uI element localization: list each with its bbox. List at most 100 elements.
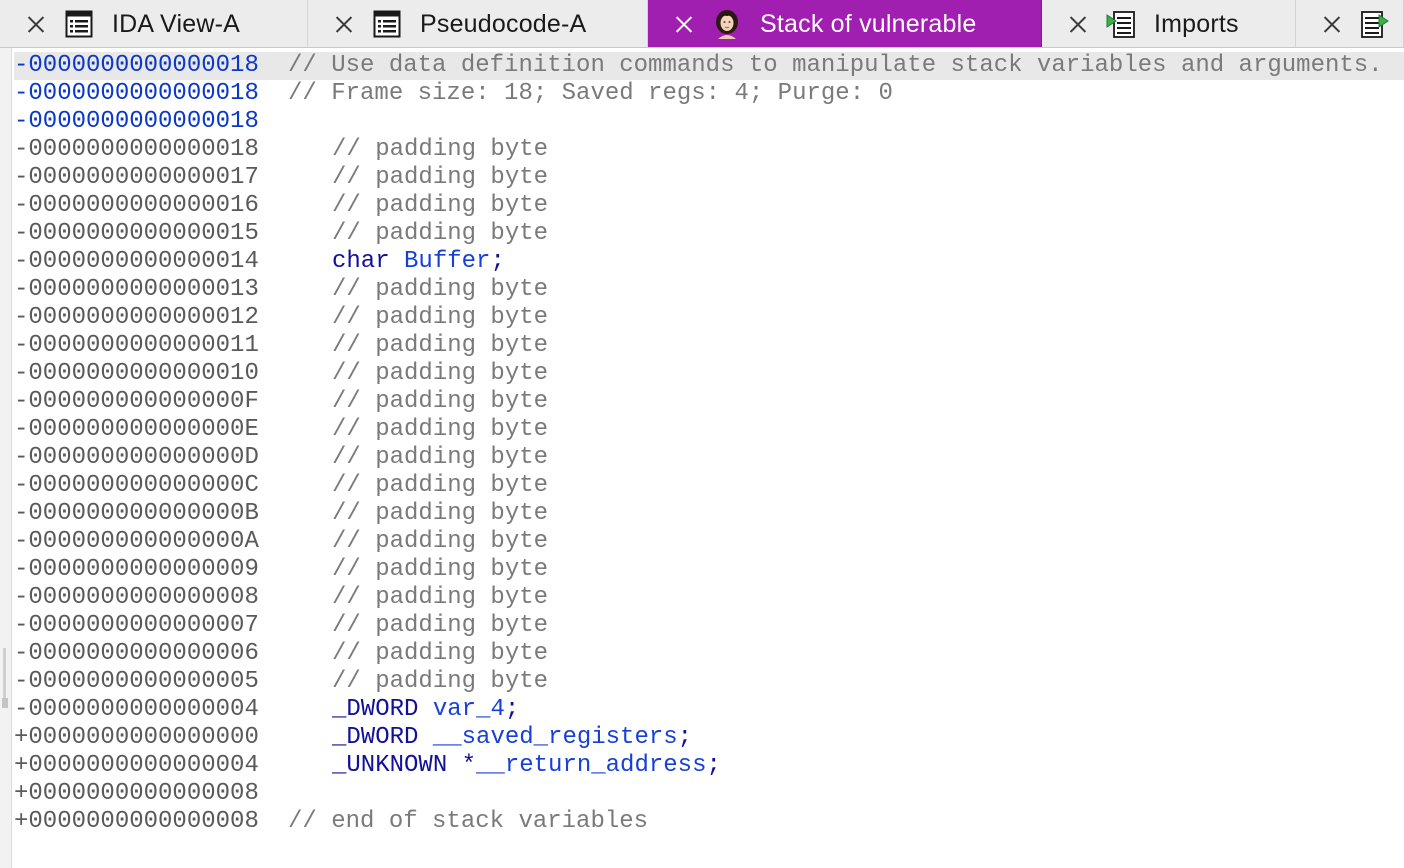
- listing-line[interactable]: -000000000000000F // padding byte: [14, 388, 1404, 416]
- listing-line[interactable]: -000000000000000C // padding byte: [14, 472, 1404, 500]
- semicolon: ;: [677, 724, 693, 751]
- close-icon[interactable]: [1068, 14, 1088, 34]
- stack-offset: -0000000000000009: [14, 556, 259, 583]
- tab-pseudocode-a[interactable]: Pseudocode-A: [308, 0, 648, 47]
- stack-offset: +0000000000000008: [14, 780, 259, 807]
- listing-line[interactable]: -0000000000000018 // padding byte: [14, 136, 1404, 164]
- padding-comment: // padding byte: [332, 164, 549, 191]
- listing-line[interactable]: -0000000000000010 // padding byte: [14, 360, 1404, 388]
- stack-offset: -000000000000000C: [14, 472, 259, 499]
- stack-offset: -0000000000000018: [14, 136, 259, 163]
- listing-line[interactable]: +0000000000000000 _DWORD __saved_register…: [14, 724, 1404, 752]
- imports-icon: [1106, 9, 1136, 39]
- pointer-star: *: [461, 752, 477, 779]
- stack-offset: +0000000000000004: [14, 752, 259, 779]
- listing-line[interactable]: -0000000000000014 char Buffer;: [14, 248, 1404, 276]
- listing-line[interactable]: -0000000000000016 // padding byte: [14, 192, 1404, 220]
- stack-variable-name[interactable]: __return_address: [476, 752, 706, 779]
- stack-offset: -0000000000000018: [14, 108, 259, 135]
- tab-bar: IDA View-A Pseudocode-A Stack of vulnerabl…: [0, 0, 1404, 48]
- close-icon[interactable]: [334, 14, 354, 34]
- member-type: char: [332, 248, 390, 275]
- stack-offset: -0000000000000008: [14, 584, 259, 611]
- padding-comment: // padding byte: [332, 584, 549, 611]
- stack-offset: -0000000000000005: [14, 668, 259, 695]
- stack-offset: -000000000000000F: [14, 388, 259, 415]
- stack-offset: -0000000000000011: [14, 332, 259, 359]
- member-type: _UNKNOWN: [332, 752, 448, 779]
- gutter-marker: [2, 698, 8, 708]
- padding-comment: // padding byte: [332, 500, 549, 527]
- padding-comment: // padding byte: [332, 472, 549, 499]
- stack-offset: -0000000000000012: [14, 304, 259, 331]
- padding-comment: // padding byte: [332, 668, 549, 695]
- padding-comment: // padding byte: [332, 192, 549, 219]
- stack-offset: -0000000000000007: [14, 612, 259, 639]
- left-gutter: [0, 48, 12, 868]
- member-type: _DWORD: [332, 696, 419, 723]
- listing-line[interactable]: +0000000000000004 _UNKNOWN *__return_addr…: [14, 752, 1404, 780]
- padding-comment: // padding byte: [332, 304, 549, 331]
- stack-offset: -0000000000000004: [14, 696, 259, 723]
- listing-icon: [372, 9, 402, 39]
- padding-comment: // padding byte: [332, 276, 549, 303]
- padding-comment: // padding byte: [332, 640, 549, 667]
- stack-offset: -0000000000000018: [14, 80, 259, 107]
- listing-line[interactable]: -000000000000000B // padding byte: [14, 500, 1404, 528]
- listing-line[interactable]: -0000000000000017 // padding byte: [14, 164, 1404, 192]
- padding-comment: // padding byte: [332, 332, 549, 359]
- listing-line[interactable]: -0000000000000013 // padding byte: [14, 276, 1404, 304]
- listing-line[interactable]: -0000000000000018: [14, 108, 1404, 136]
- tab-exports[interactable]: [1296, 0, 1404, 47]
- listing-line[interactable]: -000000000000000D // padding byte: [14, 444, 1404, 472]
- stack-offset: -0000000000000006: [14, 640, 259, 667]
- listing-line[interactable]: -0000000000000007 // padding byte: [14, 612, 1404, 640]
- listing-line[interactable]: +0000000000000008: [14, 780, 1404, 808]
- stack-offset: -0000000000000016: [14, 192, 259, 219]
- listing-icon: [64, 9, 94, 39]
- stack-variable-name[interactable]: __saved_registers: [433, 724, 678, 751]
- listing-line[interactable]: +0000000000000008 // end of stack variabl…: [14, 808, 1404, 836]
- stack-offset: +0000000000000008: [14, 808, 259, 835]
- tab-imports[interactable]: Imports: [1042, 0, 1296, 47]
- tab-stack-of-vulnerable[interactable]: Stack of vulnerable: [648, 0, 1042, 47]
- padding-comment: // padding byte: [332, 220, 549, 247]
- listing-line[interactable]: -0000000000000018 // Frame size: 18; Save…: [14, 80, 1404, 108]
- padding-comment: // padding byte: [332, 136, 549, 163]
- stack-frame-listing[interactable]: -0000000000000018 // Use data definition …: [14, 52, 1404, 836]
- close-icon[interactable]: [1322, 14, 1342, 34]
- listing-line[interactable]: -0000000000000009 // padding byte: [14, 556, 1404, 584]
- comment-text: // Frame size: 18; Saved regs: 4; Purge:…: [288, 80, 893, 107]
- tab-label: Pseudocode-A: [420, 9, 587, 38]
- listing-line[interactable]: -000000000000000E // padding byte: [14, 416, 1404, 444]
- stack-offset: -000000000000000E: [14, 416, 259, 443]
- padding-comment: // padding byte: [332, 416, 549, 443]
- tab-label: Stack of vulnerable: [760, 9, 977, 38]
- listing-line[interactable]: -0000000000000005 // padding byte: [14, 668, 1404, 696]
- stack-offset: -0000000000000013: [14, 276, 259, 303]
- close-icon[interactable]: [26, 14, 46, 34]
- close-icon[interactable]: [674, 14, 694, 34]
- stack-offset: -0000000000000014: [14, 248, 259, 275]
- stack-offset: -000000000000000B: [14, 500, 259, 527]
- stack-offset: -0000000000000010: [14, 360, 259, 387]
- stack-offset: +0000000000000000: [14, 724, 259, 751]
- padding-comment: // padding byte: [332, 360, 549, 387]
- tab-ida-view-a[interactable]: IDA View-A: [0, 0, 308, 47]
- listing-line[interactable]: -0000000000000004 _DWORD var_4;: [14, 696, 1404, 724]
- listing-line[interactable]: -0000000000000018 // Use data definition …: [14, 52, 1404, 80]
- listing-line[interactable]: -0000000000000015 // padding byte: [14, 220, 1404, 248]
- listing-line[interactable]: -0000000000000011 // padding byte: [14, 332, 1404, 360]
- stack-offset: -0000000000000018: [14, 52, 259, 79]
- stack-variable-name[interactable]: var_4: [433, 696, 505, 723]
- comment-text: // Use data definition commands to manip…: [288, 52, 1383, 79]
- padding-comment: // padding byte: [332, 444, 549, 471]
- stack-offset: -000000000000000A: [14, 528, 259, 555]
- lady-portrait-icon: [712, 9, 742, 39]
- listing-line[interactable]: -000000000000000A // padding byte: [14, 528, 1404, 556]
- listing-line[interactable]: -0000000000000008 // padding byte: [14, 584, 1404, 612]
- listing-line[interactable]: -0000000000000006 // padding byte: [14, 640, 1404, 668]
- member-type: _DWORD: [332, 724, 419, 751]
- listing-line[interactable]: -0000000000000012 // padding byte: [14, 304, 1404, 332]
- stack-variable-name[interactable]: Buffer: [404, 248, 490, 275]
